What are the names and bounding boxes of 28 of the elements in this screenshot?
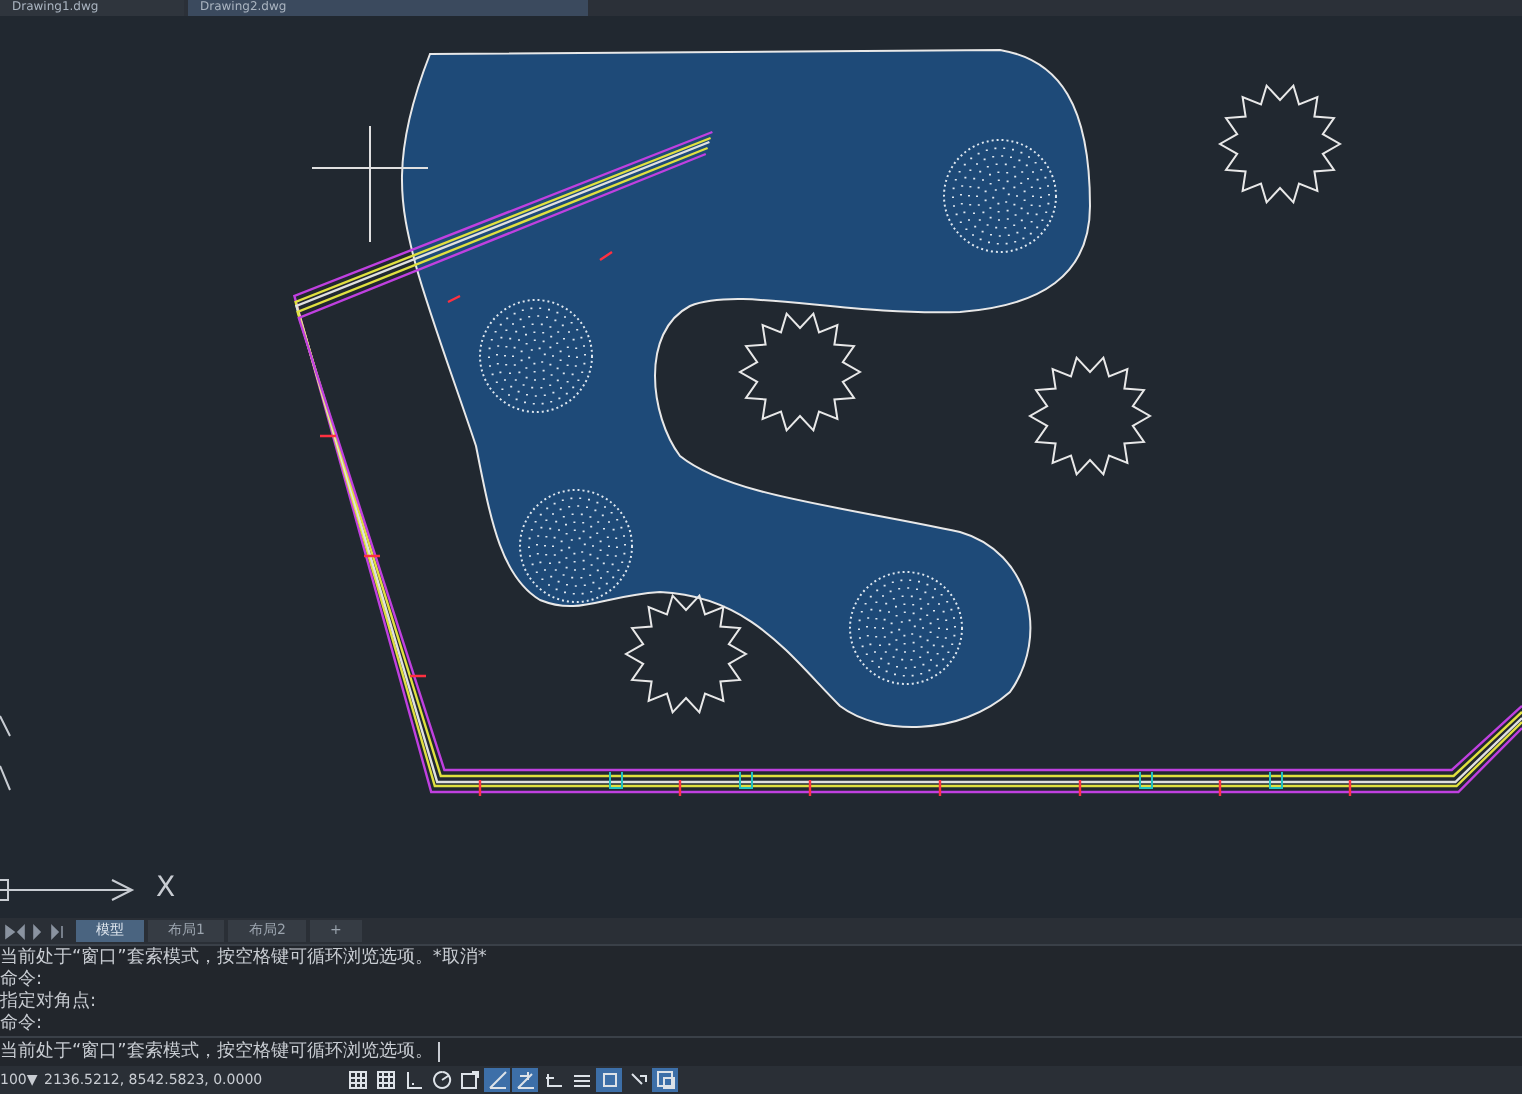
command-input-field[interactable]: 当前处于“窗口”套索模式，按空格键可循环浏览选项。 (0, 1036, 1522, 1066)
status-toggle[interactable] (540, 1068, 566, 1092)
tree-symbol (519, 489, 633, 603)
lineweight-icon (571, 1070, 591, 1090)
status-toggle[interactable] (484, 1068, 510, 1092)
x-axis-label: X (156, 872, 176, 904)
drawing-canvas[interactable]: X (0, 16, 1522, 918)
shrub-symbol (1218, 83, 1342, 205)
shrub-symbol (738, 311, 862, 433)
status-toggle[interactable] (512, 1068, 538, 1092)
tree-symbol (849, 571, 963, 685)
command-history-line: 命令: (0, 970, 45, 991)
ucs-axis-icon (0, 715, 135, 901)
command-history-line: 命令: (0, 1014, 45, 1036)
tree-symbol (479, 299, 593, 413)
status-toggle[interactable] (596, 1068, 622, 1092)
grid-icon (347, 1070, 367, 1090)
status-toggle[interactable] (456, 1068, 482, 1092)
command-history-line: 指定对角点: (0, 992, 99, 1013)
tree-symbol (943, 139, 1057, 253)
status-toggle[interactable] (652, 1068, 678, 1092)
crosshair-cursor (311, 125, 429, 243)
status-toggle[interactable] (372, 1068, 398, 1092)
shrub-symbol (624, 593, 748, 715)
status-toggle[interactable] (428, 1068, 454, 1092)
shrub-symbol (1028, 355, 1152, 477)
command-history-line: 当前处于“窗口”套索模式，按空格键可循环浏览选项。*取消* (0, 948, 489, 969)
status-toggle[interactable] (344, 1068, 370, 1092)
